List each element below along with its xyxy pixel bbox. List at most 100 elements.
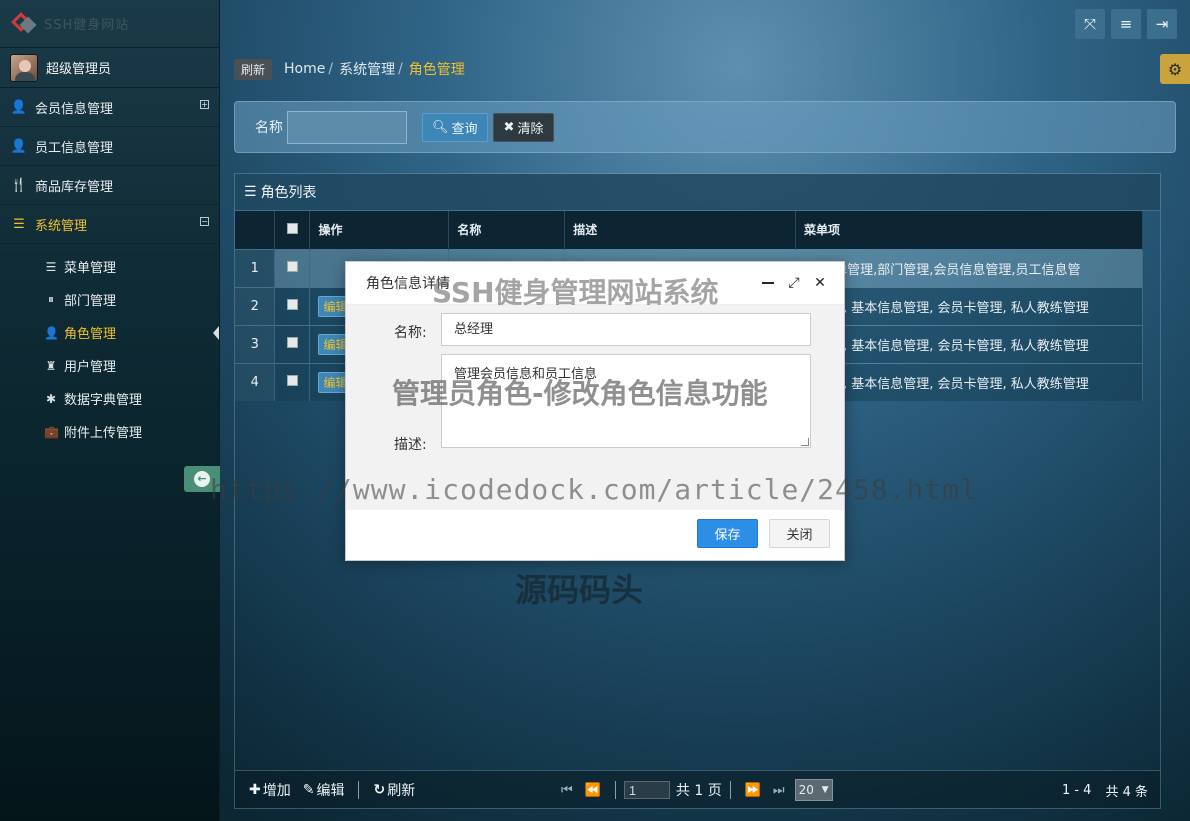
description-field-label: 描述: bbox=[394, 437, 427, 453]
header-actions[interactable]: 操作 bbox=[309, 211, 450, 249]
first-page-icon[interactable]: ⏮ bbox=[561, 783, 573, 798]
add-button[interactable]: ✚ 增加 bbox=[249, 780, 291, 800]
columns-icon: ⏸ bbox=[47, 292, 54, 306]
row-select[interactable] bbox=[274, 286, 311, 325]
collapse-icon[interactable]: − bbox=[200, 217, 209, 226]
grid-title-text: 角色列表 bbox=[260, 185, 317, 201]
record-total: 共 4 条 bbox=[1105, 784, 1148, 800]
role-detail-dialog: 角色信息详情 ⤢ ✕ 名称: 总经理 描述: 管理会员信息和员工信息 保存 关闭 bbox=[345, 261, 845, 561]
row-number: 4 bbox=[235, 362, 276, 401]
refresh-button-label: 刷新 bbox=[387, 782, 416, 799]
query-button[interactable]: 🔍︎ 查询 bbox=[422, 112, 488, 142]
search-icon: 🔍︎ bbox=[432, 119, 449, 135]
row-number: 3 bbox=[235, 324, 276, 363]
row-menu-items: 息管理, 基本信息管理, 会员卡管理, 私人教练管理 bbox=[795, 324, 1143, 363]
sidebar-item-label: 系统管理 bbox=[35, 218, 88, 234]
header-menu-items[interactable]: 菜单项 bbox=[795, 211, 1143, 249]
row-menu-items: 理,菜单管理,部门管理,会员信息管理,员工信息管 bbox=[795, 248, 1143, 287]
system-submenu: ☰ 菜单管理 ⏸ 部门管理 👤 角色管理 ♜ 用户管理 ✱ 数据字典管理 💼 附… bbox=[0, 244, 219, 459]
name-field-label: 名称: bbox=[394, 325, 427, 341]
fullscreen-button[interactable]: ⤧ bbox=[1075, 9, 1105, 39]
page-number-input[interactable] bbox=[623, 781, 670, 799]
menu-icon: ≡ bbox=[1119, 15, 1133, 33]
sidebar-subitem-label: 部门管理 bbox=[64, 294, 117, 309]
row-checkbox[interactable] bbox=[286, 374, 298, 386]
refresh-badge[interactable]: 刷新 bbox=[234, 58, 273, 80]
settings-button[interactable]: ⚙ bbox=[1160, 54, 1190, 84]
refresh-button[interactable]: ↻ 刷新 bbox=[373, 780, 415, 800]
header-name[interactable]: 名称 bbox=[448, 211, 566, 249]
breadcrumb-system[interactable]: 系统管理 bbox=[339, 59, 395, 79]
table-header-row: 操作 名称 描述 菜单项 bbox=[235, 211, 1143, 249]
dialog-footer: 保存 关闭 bbox=[346, 510, 844, 560]
close-icon: ✖ bbox=[503, 119, 515, 135]
expand-icon[interactable]: + bbox=[200, 100, 209, 109]
row-menu-items: 息管理, 基本信息管理, 会员卡管理, 私人教练管理 bbox=[795, 286, 1143, 325]
breadcrumb: 刷新 Home / 系统管理 / 角色管理 bbox=[234, 58, 465, 80]
page-size-value: 20 bbox=[798, 783, 814, 797]
name-field[interactable]: 总经理 bbox=[441, 313, 811, 346]
fullscreen-icon: ⤧ bbox=[1083, 15, 1096, 33]
sidebar-item-member-info[interactable]: 👤 会员信息管理 + bbox=[0, 88, 219, 127]
cutlery-icon: 🍴 bbox=[10, 177, 28, 193]
close-button[interactable]: 关闭 bbox=[769, 519, 830, 548]
description-value: 管理会员信息和员工信息 bbox=[454, 367, 598, 382]
sidebar-item-label: 商品库存管理 bbox=[35, 179, 114, 195]
sidebar-subitem-label: 数据字典管理 bbox=[64, 393, 143, 408]
logout-icon: ⇥ bbox=[1155, 15, 1169, 33]
refresh-icon: ↻ bbox=[373, 781, 386, 798]
sidebar-collapse-button[interactable]: ← bbox=[184, 466, 220, 492]
grid-toolbar: ✚ 增加 ✎ 编辑 ↻ 刷新 ⏮ ⏪ 共 1 页 ⏩ ⏭ 20 ▼ 1 bbox=[235, 770, 1160, 808]
close-icon[interactable]: ✕ bbox=[812, 274, 828, 292]
save-button[interactable]: 保存 bbox=[697, 519, 758, 548]
sidebar-item-staff-info[interactable]: 👤 员工信息管理 bbox=[0, 127, 219, 166]
row-number: 1 bbox=[235, 248, 276, 287]
record-range: 1 - 4 bbox=[1061, 782, 1092, 798]
maximize-icon[interactable]: ⤢ bbox=[786, 274, 802, 292]
sidebar-subitem-user[interactable]: ♜ 用户管理 bbox=[0, 349, 219, 382]
clear-button[interactable]: ✖ 清除 bbox=[492, 112, 555, 142]
page-size-select[interactable]: 20 ▼ bbox=[794, 779, 833, 801]
logo[interactable]: SSH健身网站 bbox=[0, 0, 219, 48]
tower-icon: ♜ bbox=[45, 358, 57, 373]
edit-button[interactable]: ✎ 编辑 bbox=[303, 780, 345, 800]
last-page-icon[interactable]: ⏭ bbox=[773, 783, 785, 798]
minimize-icon[interactable] bbox=[760, 274, 776, 292]
row-select[interactable] bbox=[274, 248, 311, 287]
logo-icon bbox=[10, 11, 38, 35]
resize-grip-icon[interactable] bbox=[801, 438, 809, 446]
sidebar-subitem-menu[interactable]: ☰ 菜单管理 bbox=[0, 250, 219, 283]
logout-button[interactable]: ⇥ bbox=[1147, 9, 1177, 39]
menu-button[interactable]: ≡ bbox=[1111, 9, 1141, 39]
plus-icon: ✚ bbox=[249, 781, 261, 798]
search-name-input[interactable] bbox=[287, 110, 407, 144]
toolbar-divider bbox=[358, 780, 360, 799]
breadcrumb-home[interactable]: Home bbox=[284, 61, 325, 77]
select-all-checkbox[interactable] bbox=[286, 222, 298, 234]
next-page-icon[interactable]: ⏩ bbox=[745, 783, 761, 798]
sidebar-item-system[interactable]: ☰ 系统管理 − bbox=[0, 205, 219, 244]
sidebar-subitem-label: 附件上传管理 bbox=[64, 426, 143, 441]
row-menu-items: 息管理, 基本信息管理, 会员卡管理, 私人教练管理 bbox=[795, 362, 1143, 401]
add-button-label: 增加 bbox=[262, 782, 291, 799]
briefcase-icon: 💼 bbox=[44, 424, 59, 439]
description-field[interactable]: 管理会员信息和员工信息 bbox=[441, 354, 811, 448]
row-checkbox[interactable] bbox=[286, 336, 298, 348]
row-checkbox[interactable] bbox=[286, 260, 298, 272]
sidebar-subitem-attachment[interactable]: 💼 附件上传管理 bbox=[0, 415, 219, 448]
header-select-all[interactable] bbox=[274, 211, 311, 249]
row-select[interactable] bbox=[274, 324, 311, 363]
header-description[interactable]: 描述 bbox=[564, 211, 797, 249]
row-checkbox[interactable] bbox=[286, 298, 298, 310]
sidebar-subitem-role[interactable]: 👤 角色管理 bbox=[0, 316, 219, 349]
user-name: 超级管理员 bbox=[46, 62, 112, 77]
dialog-header[interactable]: 角色信息详情 ⤢ ✕ bbox=[346, 262, 844, 305]
sidebar-subitem-department[interactable]: ⏸ 部门管理 bbox=[0, 283, 219, 316]
user-profile[interactable]: 超级管理员 bbox=[0, 48, 219, 88]
row-select[interactable] bbox=[274, 362, 311, 401]
sidebar-item-inventory[interactable]: 🍴 商品库存管理 bbox=[0, 166, 219, 205]
sidebar-subitem-dictionary[interactable]: ✱ 数据字典管理 bbox=[0, 382, 219, 415]
breadcrumb-current: 角色管理 bbox=[408, 62, 465, 78]
pager-divider bbox=[729, 781, 731, 799]
prev-page-icon[interactable]: ⏪ bbox=[585, 783, 601, 798]
